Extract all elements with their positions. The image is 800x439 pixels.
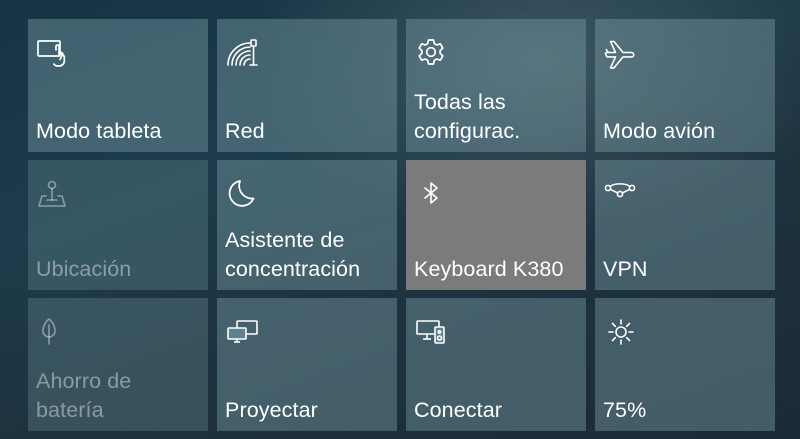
brightness-sun-icon — [603, 316, 639, 348]
network-icon — [225, 37, 261, 69]
tile-focus-assist[interactable]: Asistente de concentración — [217, 160, 397, 290]
tile-airplane-mode[interactable]: Modo avión — [595, 19, 775, 152]
tablet-mode-icon — [36, 37, 72, 69]
tile-tablet-mode[interactable]: Modo tableta — [28, 19, 208, 152]
battery-saver-leaf-icon — [36, 316, 72, 348]
vpn-icon — [603, 178, 639, 210]
bluetooth-icon — [414, 178, 450, 210]
tile-label: Todas las configurac. — [414, 90, 521, 143]
settings-gear-icon — [414, 37, 450, 69]
tile-label: Proyectar — [225, 398, 318, 422]
tile-connect[interactable]: Conectar — [406, 298, 586, 431]
tile-location[interactable]: Ubicación — [28, 160, 208, 290]
tile-label: 75% — [603, 398, 647, 422]
tile-battery-saver[interactable]: Ahorro de batería — [28, 298, 208, 431]
tile-label: Keyboard K380 — [414, 257, 564, 281]
tile-label: Red — [225, 119, 265, 143]
tile-all-settings[interactable]: Todas las configurac. — [406, 19, 586, 152]
airplane-icon — [603, 37, 639, 69]
location-icon — [36, 178, 72, 210]
tile-brightness[interactable]: 75% — [595, 298, 775, 431]
tile-label: Asistente de concentración — [225, 228, 361, 281]
tile-bluetooth-device[interactable]: Keyboard K380 — [406, 160, 586, 290]
tile-label: Conectar — [414, 398, 503, 422]
moon-icon — [225, 178, 261, 210]
tile-label: Ahorro de batería — [36, 369, 132, 422]
tile-project[interactable]: Proyectar — [217, 298, 397, 431]
tile-network[interactable]: Red — [217, 19, 397, 152]
project-screen-icon — [225, 316, 261, 348]
tile-vpn[interactable]: VPN — [595, 160, 775, 290]
tile-label: VPN — [603, 257, 648, 281]
tile-label: Modo tableta — [36, 119, 162, 143]
connect-devices-icon — [414, 316, 450, 348]
tile-label: Modo avión — [603, 119, 716, 143]
tile-label: Ubicación — [36, 257, 132, 281]
